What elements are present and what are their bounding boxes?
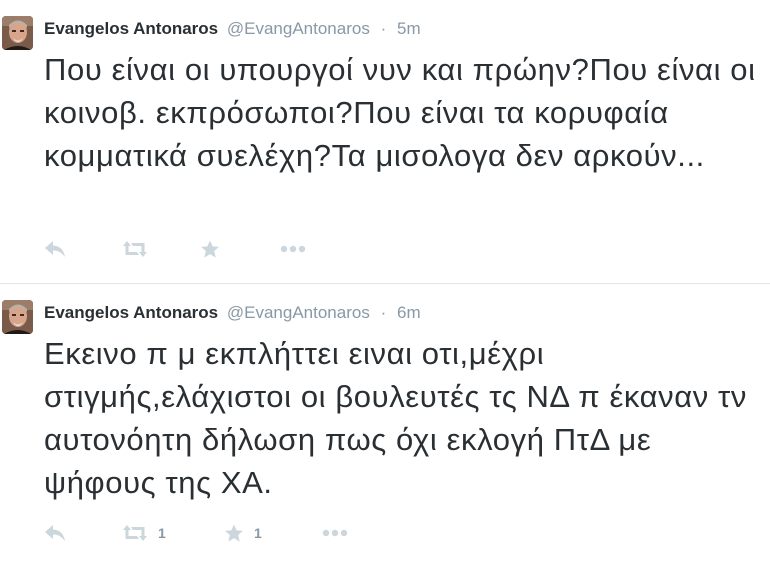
author-name[interactable]: Evangelos Antonaros — [44, 303, 218, 322]
retweet-button[interactable]: 1 — [122, 520, 224, 546]
more-button[interactable] — [322, 520, 362, 546]
more-button[interactable] — [280, 236, 320, 262]
author-handle[interactable]: @EvangAntonaros — [227, 19, 370, 38]
more-icon — [322, 529, 348, 537]
retweet-count: 1 — [158, 525, 166, 541]
reply-button[interactable] — [44, 236, 122, 262]
more-icon — [280, 245, 306, 253]
tweet-actions — [44, 236, 320, 262]
reply-icon — [45, 525, 65, 541]
retweet-icon — [123, 241, 147, 257]
tweet-header: Evangelos Antonaros @EvangAntonaros · 6m — [44, 302, 421, 324]
favorite-button[interactable]: 1 — [224, 520, 322, 546]
avatar[interactable] — [2, 16, 33, 50]
reply-icon — [45, 241, 65, 257]
author-handle[interactable]: @EvangAntonaros — [227, 303, 370, 322]
retweet-button[interactable] — [122, 236, 200, 262]
reply-button[interactable] — [44, 520, 122, 546]
tweet-actions: 1 1 — [44, 520, 362, 546]
favorite-count: 1 — [254, 525, 262, 541]
tweet-text: Που είναι οι υπουργοί νυν και πρώην?Που … — [44, 52, 756, 173]
tweet-text: Εκεινο π μ εκπλήττει ειναι οτι,μέχρι στι… — [44, 336, 747, 500]
separator: · — [380, 19, 387, 38]
star-icon — [201, 240, 219, 258]
retweet-icon — [123, 525, 147, 541]
author-name[interactable]: Evangelos Antonaros — [44, 19, 218, 38]
star-icon — [225, 524, 243, 542]
favorite-button[interactable] — [200, 236, 280, 262]
timestamp[interactable]: 6m — [397, 303, 421, 322]
tweet[interactable]: Evangelos Antonaros @EvangAntonaros · 6m… — [0, 284, 770, 563]
tweet-header: Evangelos Antonaros @EvangAntonaros · 5m — [44, 18, 421, 40]
timeline: Evangelos Antonaros @EvangAntonaros · 5m… — [0, 0, 770, 563]
avatar[interactable] — [2, 300, 33, 334]
timestamp[interactable]: 5m — [397, 19, 421, 38]
separator: · — [380, 303, 387, 322]
tweet[interactable]: Evangelos Antonaros @EvangAntonaros · 5m… — [0, 0, 770, 280]
